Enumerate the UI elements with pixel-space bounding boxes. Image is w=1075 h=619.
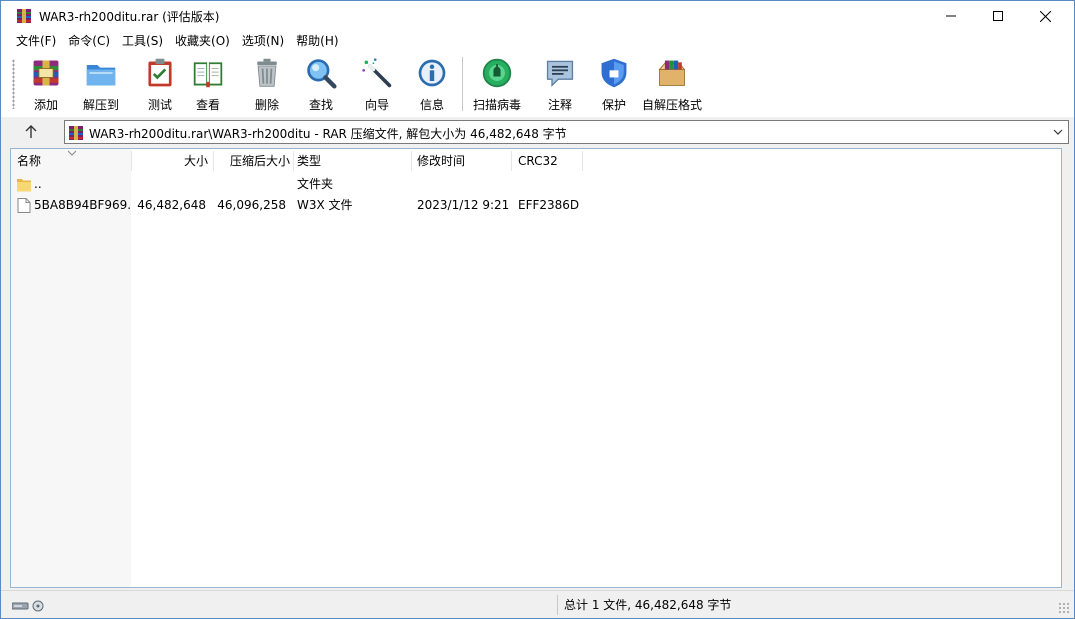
view-book-icon — [193, 62, 223, 88]
column-header-crc[interactable]: CRC32 — [514, 149, 582, 173]
add-archive-icon — [33, 60, 59, 86]
address-combobox[interactable]: WAR3-rh200ditu.rar\WAR3-rh200ditu - RAR … — [64, 120, 1069, 144]
file-list[interactable]: 名称 大小 压缩后大小 类型 修改时间 CRC32 .. 文件夹 5BA8B94… — [10, 148, 1062, 588]
vertical-scrollbar[interactable] — [1064, 148, 1074, 588]
column-divider[interactable] — [582, 151, 583, 171]
cell-modified: 2023/1/12 9:21 — [417, 198, 510, 212]
menu-commands[interactable]: 命令(C) — [62, 31, 116, 51]
chevron-down-icon — [1053, 129, 1063, 135]
menu-bar: 文件(F) 命令(C) 工具(S) 收藏夹(O) 选项(N) 帮助(H) — [1, 31, 1074, 51]
table-row[interactable]: 5BA8B94BF969... 46,482,648 46,096,258 W3… — [11, 195, 1061, 216]
maximize-button[interactable] — [975, 1, 1021, 31]
info-label: 信息 — [419, 98, 444, 112]
cell-packed: 46,096,258 — [217, 198, 286, 212]
protect-button[interactable]: 保护 — [596, 55, 632, 113]
sfx-button[interactable]: 自解压格式 — [642, 55, 702, 113]
menu-help[interactable]: 帮助(H) — [290, 31, 344, 51]
title-bar[interactable]: WAR3-rh200ditu.rar (评估版本) — [1, 1, 1074, 31]
wizard-label: 向导 — [364, 98, 389, 112]
status-total: 总计 1 文件, 46,482,648 字节 — [564, 598, 732, 612]
comment-label: 注释 — [547, 98, 572, 112]
protect-label: 保护 — [601, 98, 626, 112]
file-icon — [17, 198, 31, 213]
column-header-size-label: 大小 — [183, 154, 208, 168]
virus-scan-label: 扫描病毒 — [473, 98, 522, 112]
folder-icon — [17, 179, 31, 192]
test-clipboard-icon — [148, 58, 172, 87]
status-bar: 总计 1 文件, 46,482,648 字节 — [1, 590, 1074, 618]
cell-type: 文件夹 — [297, 177, 334, 191]
column-divider[interactable] — [511, 151, 512, 171]
test-label: 测试 — [147, 98, 172, 112]
column-header-modified-label: 修改时间 — [417, 154, 466, 168]
virus-scan-icon — [482, 58, 512, 88]
resize-grip[interactable] — [1058, 602, 1070, 614]
winrar-window: WAR3-rh200ditu.rar (评估版本) 文件(F) 命令(C) 工具… — [0, 0, 1075, 619]
column-header-modified[interactable]: 修改时间 — [413, 149, 511, 173]
wizard-wand-icon — [362, 58, 392, 88]
cell-name: 5BA8B94BF969... — [34, 198, 130, 212]
minimize-button[interactable] — [928, 1, 974, 31]
cell-name: .. — [34, 177, 42, 191]
close-icon — [1039, 10, 1051, 22]
menu-options[interactable]: 选项(N) — [236, 31, 290, 51]
wizard-button[interactable]: 向导 — [359, 55, 395, 113]
menu-favorites[interactable]: 收藏夹(O) — [169, 31, 236, 51]
column-divider[interactable] — [411, 151, 412, 171]
address-path: WAR3-rh200ditu.rar\WAR3-rh200ditu - RAR … — [89, 127, 567, 141]
column-header-name-label: 名称 — [17, 154, 42, 168]
close-button[interactable] — [1022, 1, 1068, 31]
column-header-type-label: 类型 — [297, 154, 322, 168]
drive-icon — [12, 600, 44, 612]
archive-icon — [69, 126, 83, 140]
delete-label: 删除 — [254, 98, 279, 112]
add-button[interactable]: 添加 — [28, 55, 64, 113]
menu-file[interactable]: 文件(F) — [10, 31, 62, 51]
info-icon — [418, 59, 446, 87]
up-folder-button[interactable] — [19, 121, 43, 143]
maximize-icon — [993, 11, 1003, 21]
status-drive-area[interactable] — [9, 597, 552, 615]
toolbar: 添加 解压到 测试 查看 删除 查找 向导 信息 扫描病毒 注释 保护 自解压格… — [1, 51, 1074, 117]
info-button[interactable]: 信息 — [414, 55, 450, 113]
table-row[interactable]: .. 文件夹 — [11, 174, 1061, 195]
address-row: WAR3-rh200ditu.rar\WAR3-rh200ditu - RAR … — [1, 117, 1074, 146]
view-button[interactable]: 查看 — [190, 55, 226, 113]
sfx-label: 自解压格式 — [642, 98, 703, 112]
cell-type: W3X 文件 — [297, 198, 353, 212]
up-arrow-icon — [25, 125, 37, 138]
window-title: WAR3-rh200ditu.rar (评估版本) — [39, 10, 220, 24]
cell-size: 46,482,648 — [137, 198, 206, 212]
sfx-box-icon — [658, 60, 686, 86]
delete-button[interactable]: 删除 — [249, 55, 285, 113]
extract-folder-icon — [86, 65, 116, 86]
delete-trash-icon — [257, 58, 277, 87]
comment-icon — [546, 60, 574, 88]
add-label: 添加 — [33, 98, 58, 112]
sort-descending-icon — [67, 150, 77, 156]
minimize-icon — [946, 15, 956, 17]
status-divider — [557, 595, 558, 615]
column-header-packed[interactable]: 压缩后大小 — [214, 149, 294, 173]
view-label: 查看 — [195, 98, 220, 112]
menu-tools[interactable]: 工具(S) — [116, 31, 169, 51]
protect-shield-icon — [601, 58, 627, 88]
cell-crc: EFF2386D — [518, 198, 580, 212]
column-header-size[interactable]: 大小 — [132, 149, 212, 173]
address-dropdown-button[interactable] — [1051, 124, 1065, 140]
extract-to-button[interactable]: 解压到 — [83, 55, 119, 113]
extract-to-label: 解压到 — [83, 98, 120, 112]
winrar-app-icon[interactable] — [16, 8, 32, 24]
column-header-type[interactable]: 类型 — [293, 149, 411, 173]
toolbar-grip[interactable] — [12, 59, 15, 109]
find-label: 查找 — [308, 98, 333, 112]
column-header-crc-label: CRC32 — [518, 154, 558, 168]
test-button[interactable]: 测试 — [142, 55, 178, 113]
column-header-packed-label: 压缩后大小 — [229, 154, 290, 168]
find-button[interactable]: 查找 — [303, 55, 339, 113]
virus-scan-button[interactable]: 扫描病毒 — [473, 55, 521, 113]
toolbar-separator — [462, 57, 463, 111]
comment-button[interactable]: 注释 — [542, 55, 578, 113]
find-magnifier-icon — [307, 59, 337, 89]
